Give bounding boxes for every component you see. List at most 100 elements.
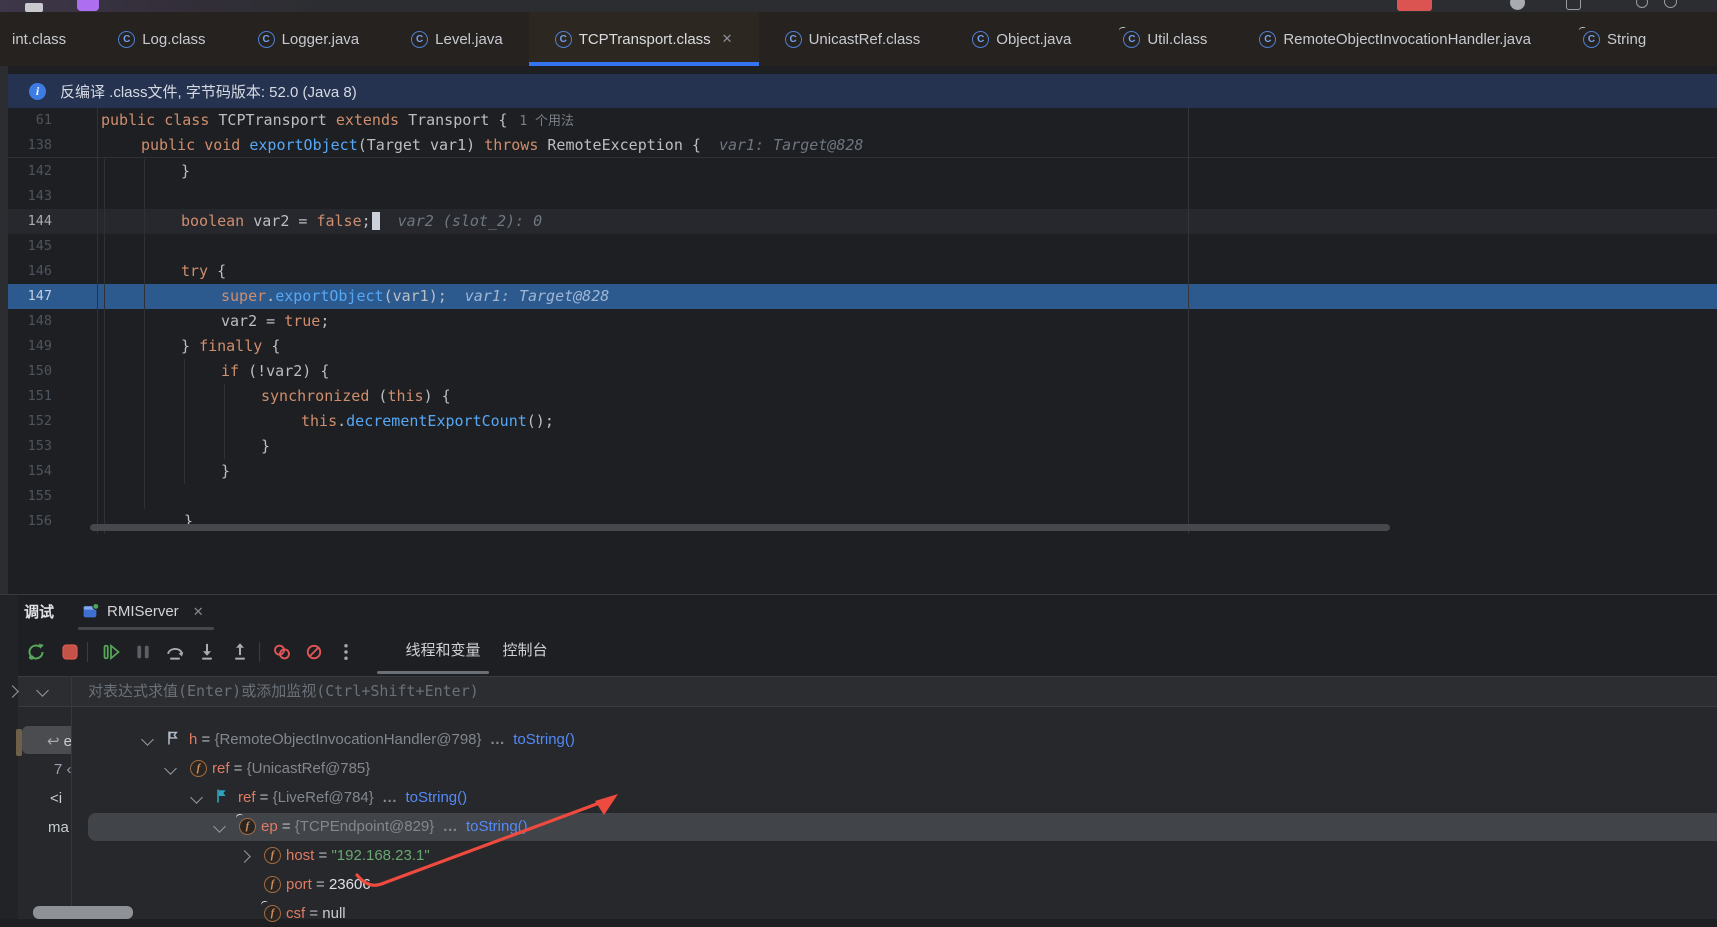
tree-collapse-chevron[interactable] xyxy=(213,820,226,833)
decompiled-marker xyxy=(1119,26,1127,33)
line-number[interactable]: 151 xyxy=(0,384,52,409)
line-number[interactable]: 143 xyxy=(0,184,52,209)
tab-int.class[interactable]: int.class xyxy=(0,12,92,66)
debug-view-tab-console[interactable]: 控制台 xyxy=(490,630,560,672)
code-line-148[interactable]: 148var2 = true; xyxy=(0,309,1717,334)
close-icon[interactable]: ✕ xyxy=(722,31,733,47)
tree-collapse-chevron[interactable] xyxy=(164,762,177,775)
line-number[interactable]: 144 xyxy=(0,209,52,234)
code-text: } xyxy=(221,459,230,484)
variable-row-h[interactable]: h = {RemoteObjectInvocationHandler@798} … xyxy=(0,727,1717,753)
code-line-151[interactable]: 151synchronized (this) { xyxy=(0,384,1717,409)
rerun-debug-button[interactable] xyxy=(24,640,48,664)
step-into-button[interactable] xyxy=(195,640,219,664)
variable-row-ref[interactable]: fref = {UnicastRef@785} xyxy=(0,756,1717,782)
line-number[interactable]: 154 xyxy=(0,459,52,484)
variable-row-ref[interactable]: ref = {LiveRef@784} … toString() xyxy=(0,785,1717,811)
tree-expand-chevron[interactable] xyxy=(238,850,251,863)
variable-name: csf xyxy=(286,905,305,922)
debug-panel-title: 调试 xyxy=(24,595,54,630)
tab-Level.java[interactable]: CLevel.java xyxy=(385,12,529,66)
project-badge[interactable] xyxy=(77,0,99,11)
code-line-61[interactable]: 61public class TCPTransport extends Tran… xyxy=(0,108,1717,133)
active-tab-underline xyxy=(529,62,759,66)
close-icon[interactable]: ✕ xyxy=(193,604,204,620)
tree-collapse-chevron[interactable] xyxy=(190,791,203,804)
session-tab-underline xyxy=(78,627,214,630)
step-over-button[interactable] xyxy=(163,640,187,664)
line-number[interactable]: 153 xyxy=(0,434,52,459)
stop-button[interactable] xyxy=(58,640,82,664)
code-line-149[interactable]: 149} finally { xyxy=(0,334,1717,359)
code-text: } xyxy=(261,434,270,459)
line-number[interactable]: 148 xyxy=(0,309,52,334)
window-menu-icon[interactable] xyxy=(25,3,43,12)
more-options-button[interactable] xyxy=(334,640,358,664)
tab-Util.class[interactable]: CUtil.class xyxy=(1097,12,1233,66)
code-line-146[interactable]: 146try { xyxy=(0,259,1717,284)
variable-row-ep[interactable]: fep = {TCPEndpoint@829} … toString() xyxy=(0,814,1717,840)
code-line-145[interactable]: 145 xyxy=(0,234,1717,259)
tostring-link[interactable]: toString() xyxy=(466,818,528,835)
line-number[interactable]: 155 xyxy=(0,484,52,509)
record-button[interactable] xyxy=(1397,0,1432,11)
window-title-bar xyxy=(0,0,1717,12)
tab-UnicastRef.class[interactable]: CUnicastRef.class xyxy=(759,12,947,66)
tree-collapse-chevron[interactable] xyxy=(141,733,154,746)
text-caret xyxy=(372,212,380,230)
tab-RemoteObjectInvocationHandler.java[interactable]: C RemoteObjectInvocationHandler.java xyxy=(1233,12,1557,66)
line-number[interactable]: 146 xyxy=(0,259,52,284)
debug-view-tab-threads[interactable]: 线程和变量 xyxy=(385,630,501,672)
line-number[interactable]: 156 xyxy=(0,509,52,534)
frames-scrollbar[interactable] xyxy=(33,906,133,919)
debug-session-tab[interactable]: RMIServer ✕ xyxy=(78,595,208,628)
variable-row-host[interactable]: fhost = "192.168.23.1" xyxy=(0,843,1717,869)
tab-Logger.java[interactable]: CLogger.java xyxy=(232,12,386,66)
step-out-button[interactable] xyxy=(228,640,252,664)
line-number[interactable]: 138 xyxy=(0,133,52,158)
tostring-link[interactable]: toString() xyxy=(405,789,467,806)
class-icon: C xyxy=(1259,31,1276,48)
avatar[interactable] xyxy=(1510,0,1525,10)
variable-value: {RemoteObjectInvocationHandler@798} xyxy=(214,731,481,748)
line-number[interactable]: 147 xyxy=(0,284,52,309)
variable-value: {UnicastRef@785} xyxy=(247,760,371,777)
line-number[interactable]: 150 xyxy=(0,359,52,384)
tab-TCPTransport.class[interactable]: CTCPTransport.class✕ xyxy=(529,12,759,66)
line-number[interactable]: 145 xyxy=(0,234,52,259)
tab-Log.class[interactable]: CLog.class xyxy=(92,12,231,66)
mute-breakpoints-button[interactable] xyxy=(302,640,326,664)
code-line-154[interactable]: 154} xyxy=(0,459,1717,484)
code-line-152[interactable]: 152this.decrementExportCount(); xyxy=(0,409,1717,434)
variable-row-csf[interactable]: fcsf = null xyxy=(0,901,1717,927)
code-line-147[interactable]: 147super.exportObject(var1);var1: Target… xyxy=(0,284,1717,309)
code-line-138[interactable]: 138public void exportObject(Target var1)… xyxy=(0,133,1717,158)
tostring-link[interactable]: toString() xyxy=(513,731,575,748)
tab-Object.java[interactable]: CObject.java xyxy=(946,12,1097,66)
code-line-142[interactable]: 142} xyxy=(0,159,1717,184)
indent-guide xyxy=(104,159,105,534)
code-line-150[interactable]: 150if (!var2) { xyxy=(0,359,1717,384)
line-number[interactable]: 142 xyxy=(0,159,52,184)
pause-button[interactable] xyxy=(131,640,155,664)
line-number[interactable]: 149 xyxy=(0,334,52,359)
line-number[interactable]: 152 xyxy=(0,409,52,434)
resume-button[interactable] xyxy=(99,640,123,664)
variable-text: csf = null xyxy=(286,901,346,927)
tab-label: RemoteObjectInvocationHandler.java xyxy=(1283,31,1531,48)
tab-String[interactable]: CString xyxy=(1557,12,1672,66)
settings-icon[interactable] xyxy=(1664,0,1677,8)
variable-row-port[interactable]: fport = 23606 xyxy=(0,872,1717,898)
search-icon[interactable] xyxy=(1636,0,1648,8)
code-line-143[interactable]: 143 xyxy=(0,184,1717,209)
view-breakpoints-button[interactable] xyxy=(270,640,294,664)
variable-value: {LiveRef@784} xyxy=(273,789,374,806)
add-user-icon[interactable] xyxy=(1566,0,1581,10)
watch-input[interactable]: 对表达式求值(Enter)或添加监视(Ctrl+Shift+Enter) xyxy=(88,677,479,706)
code-line-144[interactable]: 144boolean var2 = false;var2 (slot_2): 0 xyxy=(0,209,1717,234)
line-number[interactable]: 61 xyxy=(0,108,52,133)
code-line-155[interactable]: 155 xyxy=(0,484,1717,509)
editor-horizontal-scrollbar[interactable] xyxy=(90,524,1390,531)
right-margin-guide xyxy=(1188,108,1189,534)
code-line-153[interactable]: 153} xyxy=(0,434,1717,459)
